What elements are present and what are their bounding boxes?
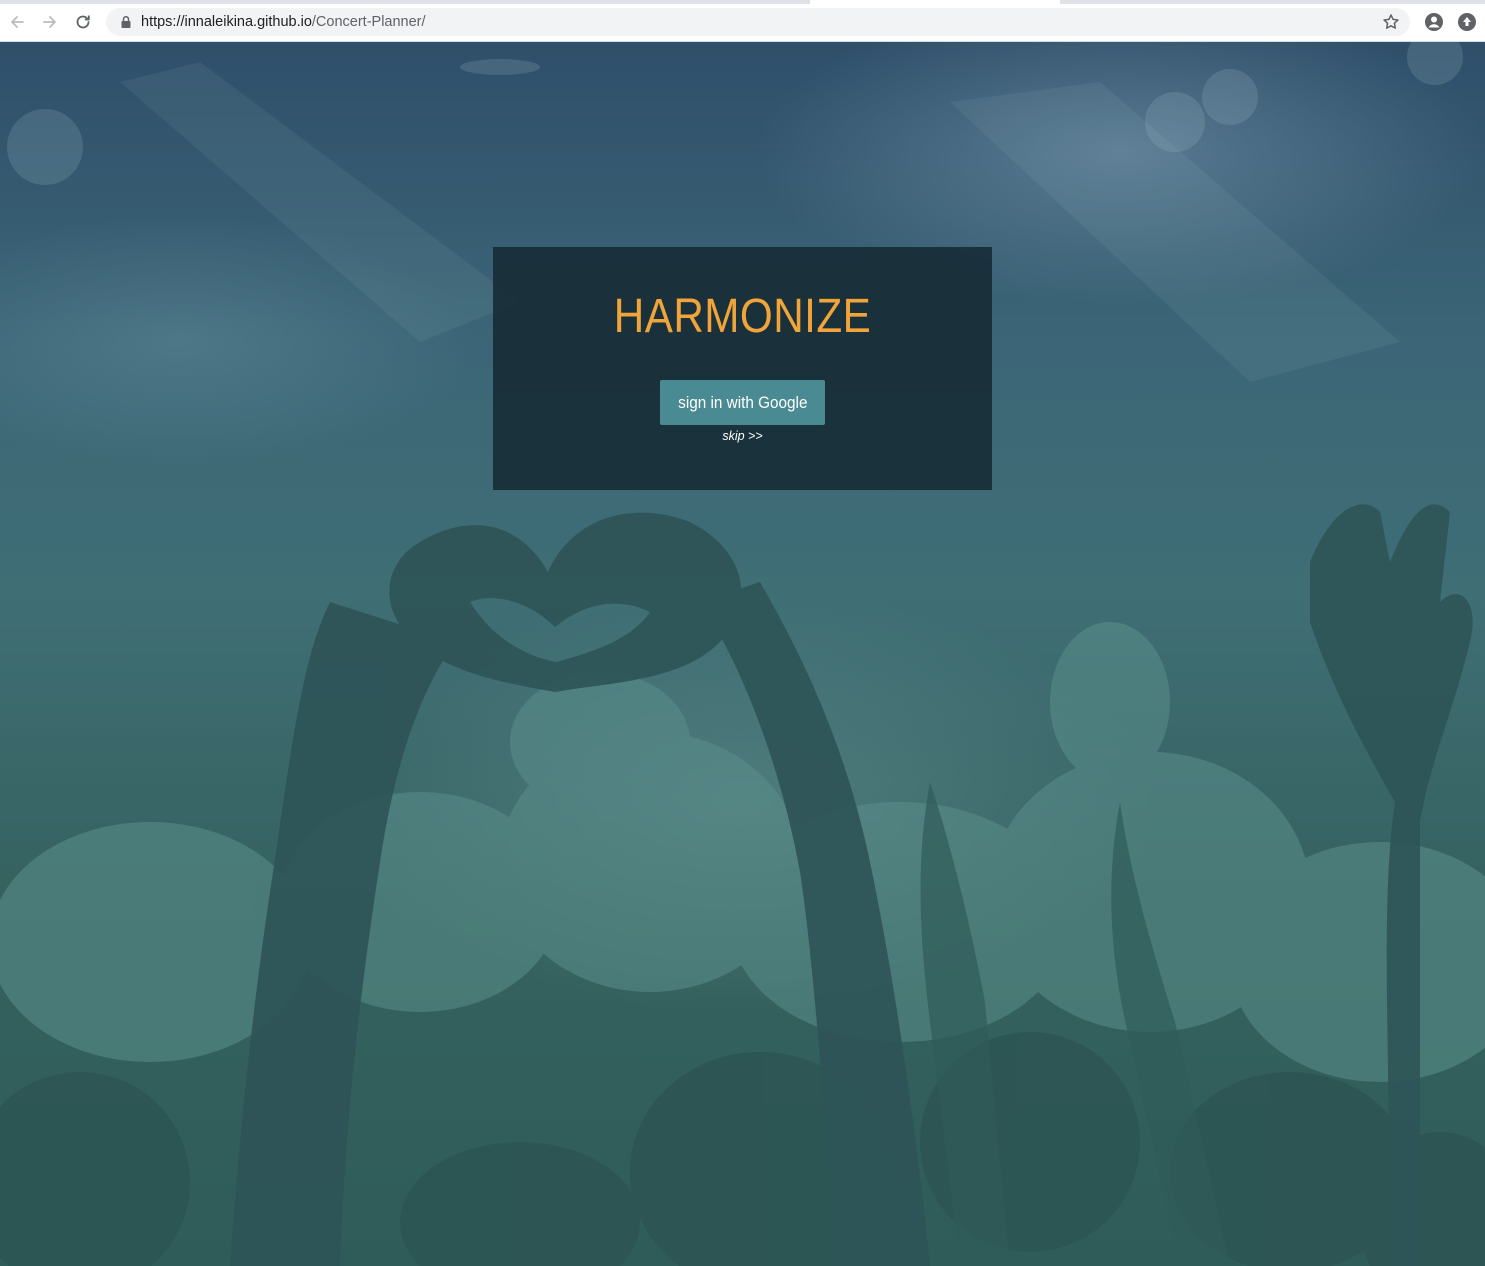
address-bar[interactable]: https://innaleikina.github.io/Concert-Pl… xyxy=(106,8,1410,36)
url-path: /Concert-Planner/ xyxy=(311,14,426,30)
reload-button[interactable] xyxy=(71,10,95,34)
login-card: HARMONIZE sign in with Google skip >> xyxy=(493,247,992,490)
browser-toolbar: https://innaleikina.github.io/Concert-Pl… xyxy=(0,0,1485,42)
forward-button[interactable] xyxy=(38,10,62,34)
tab-strip xyxy=(0,0,1485,4)
concert-background-image xyxy=(0,42,1485,1266)
back-icon xyxy=(11,16,24,28)
star-icon[interactable] xyxy=(1382,13,1400,31)
url-text: https://innaleikina.github.io/Concert-Pl… xyxy=(141,8,426,36)
skip-link[interactable]: skip >> xyxy=(493,429,992,443)
profile-icon[interactable] xyxy=(1424,12,1444,32)
app-title: HARMONIZE xyxy=(613,290,872,343)
google-sign-in-button[interactable]: sign in with Google xyxy=(660,380,825,425)
active-tab[interactable] xyxy=(810,0,1060,4)
url-host: https://innaleikina.github.io xyxy=(141,14,312,30)
forward-icon xyxy=(43,16,56,28)
extension-icon[interactable] xyxy=(1457,12,1477,32)
reload-icon xyxy=(76,15,90,29)
lock-icon xyxy=(121,15,131,28)
crowd-silhouette xyxy=(0,42,1485,1266)
google-sign-in-label: sign in with Google xyxy=(677,392,808,412)
back-button[interactable] xyxy=(5,10,29,34)
